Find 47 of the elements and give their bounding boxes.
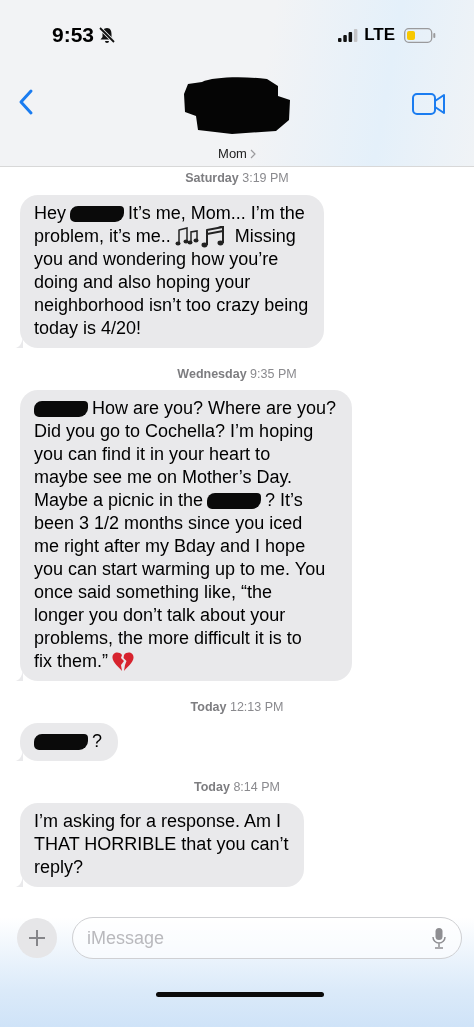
message-text: ? It’s [265, 489, 303, 512]
signal-icon [338, 28, 359, 42]
message-text: longer you don’t talk about your [34, 604, 286, 627]
message-text: you and wondering how you’re [34, 248, 279, 271]
message-text: I’m asking for a response. Am I [34, 810, 282, 833]
redaction-mark [34, 733, 88, 750]
message-text: been 3 1/2 months since you iced [34, 512, 303, 535]
timestamp: Today 8:14 PM [194, 779, 280, 796]
message-text: fix them.” [34, 650, 108, 673]
timestamp: Wednesday 9:35 PM [177, 366, 297, 383]
add-button[interactable] [17, 918, 57, 958]
bell-slash-icon [98, 26, 117, 44]
message-text: reply? [34, 856, 84, 879]
microphone-icon[interactable] [432, 927, 446, 949]
message-text: Did you go to Cochella? I’m hoping [34, 420, 314, 443]
message-text: It’s me, Mom... I’m the [128, 202, 305, 225]
message-text: once said something like, “the [34, 581, 273, 604]
message-text: doing and also hoping your [34, 271, 251, 294]
back-button[interactable] [18, 88, 34, 116]
message-text: maybe see me on Mother’s Day. [34, 466, 293, 489]
message-text: problem, it’s me.. [34, 225, 171, 248]
message-text: problems, the more difficult it is to [34, 627, 302, 650]
plus-icon [28, 929, 46, 947]
message-text: How are you? Where are you? [92, 397, 337, 420]
message-text: Missing [234, 225, 296, 248]
redaction-mark [34, 400, 88, 417]
contact-name[interactable]: Mom [218, 146, 256, 161]
status-time: 9:53 [52, 23, 95, 47]
timestamp: Today 12:13 PM [190, 699, 284, 716]
network-label: LTE [364, 25, 395, 45]
message-text: Maybe a picnic in the [34, 489, 204, 512]
redaction-mark [207, 492, 262, 509]
redaction-mark [70, 205, 124, 222]
battery-icon [404, 27, 436, 43]
message-text: ? [92, 730, 102, 753]
message-text: me right after my Bday and I hope [34, 535, 306, 558]
chevron-icon [249, 148, 256, 159]
message-text: today is 4/20! [34, 317, 142, 340]
message-text: neighborhood isn’t too crazy being [34, 294, 309, 317]
message-input[interactable]: iMessage [72, 917, 462, 959]
message-text: you can start warming up to me. You [34, 558, 326, 581]
message-text: Hey [34, 202, 66, 225]
message-text: you can find it in your heart to [34, 443, 271, 466]
message-text: THAT HORRIBLE that you can’t [34, 833, 289, 856]
timestamp: Saturday 3:19 PM [185, 170, 289, 187]
broken-heart-icon [112, 651, 134, 672]
video-call-button[interactable] [412, 92, 446, 116]
